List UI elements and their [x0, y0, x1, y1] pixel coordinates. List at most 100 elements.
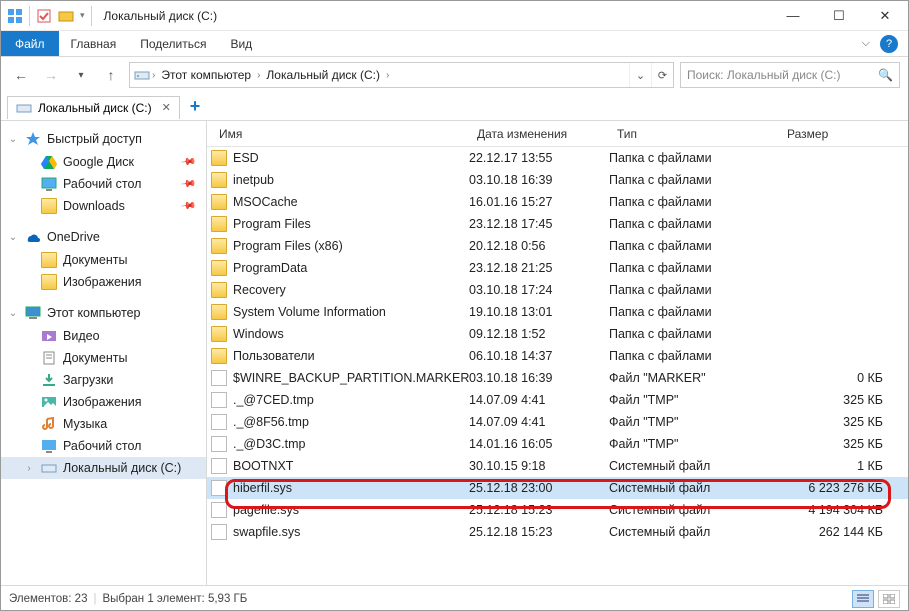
- sidebar-item-videos[interactable]: Видео: [1, 325, 206, 347]
- file-name: ._@7CED.tmp: [233, 393, 314, 407]
- search-input[interactable]: Поиск: Локальный диск (C:) 🔍: [680, 62, 900, 88]
- file-row[interactable]: ESD22.12.17 13:55Папка с файлами: [207, 147, 908, 169]
- breadcrumb-current[interactable]: Локальный диск (C:): [262, 68, 384, 82]
- file-row[interactable]: Windows09.12.18 1:52Папка с файлами: [207, 323, 908, 345]
- file-type: Папка с файлами: [609, 261, 779, 275]
- file-row[interactable]: hiberfil.sys25.12.18 23:00Системный файл…: [207, 477, 908, 499]
- tab-share[interactable]: Поделиться: [128, 31, 218, 56]
- qat-properties-icon[interactable]: [36, 8, 52, 24]
- file-icon: [211, 370, 227, 386]
- up-button[interactable]: ↑: [99, 63, 123, 87]
- maximize-button[interactable]: ☐: [816, 1, 862, 31]
- chevron-right-icon[interactable]: ›: [255, 70, 262, 81]
- address-dropdown[interactable]: ⌄: [629, 63, 651, 87]
- file-row[interactable]: MSOCache16.01.16 15:27Папка с файлами: [207, 191, 908, 213]
- status-item-count: Элементов: 23: [9, 593, 87, 605]
- help-button[interactable]: ?: [880, 35, 898, 53]
- chevron-right-icon[interactable]: ›: [384, 70, 391, 81]
- icons-view-button[interactable]: [878, 590, 900, 608]
- sidebar-item-desktop-pc[interactable]: Рабочий стол: [1, 435, 206, 457]
- sidebar-item-downloads-pc[interactable]: Загрузки: [1, 369, 206, 391]
- sidebar-item-google-drive[interactable]: Google Диск📌: [1, 151, 206, 173]
- ribbon-expand-icon[interactable]: ⌵: [862, 37, 870, 50]
- sidebar-item-images-od[interactable]: Изображения: [1, 271, 206, 293]
- document-tab[interactable]: Локальный диск (C:) ✕: [7, 96, 180, 119]
- file-row[interactable]: $WINRE_BACKUP_PARTITION.MARKER03.10.18 1…: [207, 367, 908, 389]
- sidebar-item-downloads[interactable]: Downloads📌: [1, 195, 206, 217]
- sidebar-item-documents[interactable]: Документы: [1, 347, 206, 369]
- address-bar[interactable]: › Этот компьютер › Локальный диск (C:) ›…: [129, 62, 674, 88]
- add-tab-button[interactable]: +: [180, 96, 201, 117]
- file-row[interactable]: inetpub03.10.18 16:39Папка с файлами: [207, 169, 908, 191]
- file-row[interactable]: System Volume Information19.10.18 13:01П…: [207, 301, 908, 323]
- onedrive-group[interactable]: ⌄ OneDrive: [1, 225, 206, 249]
- file-icon: [211, 392, 227, 408]
- file-row[interactable]: Program Files (x86)20.12.18 0:56Папка с …: [207, 235, 908, 257]
- close-tab-icon[interactable]: ✕: [158, 101, 171, 114]
- file-row[interactable]: ProgramData23.12.18 21:25Папка с файлами: [207, 257, 908, 279]
- file-icon: [211, 414, 227, 430]
- col-type[interactable]: Тип: [609, 127, 779, 141]
- titlebar: ▾ Локальный диск (C:) — ☐ ✕: [1, 1, 908, 31]
- close-button[interactable]: ✕: [862, 1, 908, 31]
- file-date: 19.10.18 13:01: [469, 305, 609, 319]
- folder-icon: [211, 194, 227, 210]
- minimize-button[interactable]: —: [770, 1, 816, 31]
- file-type: Папка с файлами: [609, 283, 779, 297]
- file-date: 25.12.18 15:23: [469, 525, 609, 539]
- col-name[interactable]: Имя⌃: [211, 127, 469, 141]
- file-list[interactable]: ESD22.12.17 13:55Папка с файлами inetpub 0…: [207, 147, 908, 585]
- col-size[interactable]: Размер: [779, 127, 899, 141]
- file-row[interactable]: Program Files23.12.18 17:45Папка с файла…: [207, 213, 908, 235]
- documents-icon: [41, 350, 57, 366]
- col-date[interactable]: Дата изменения: [469, 127, 609, 141]
- sidebar-item-documents-od[interactable]: Документы: [1, 249, 206, 271]
- tab-view[interactable]: Вид: [218, 31, 264, 56]
- back-button[interactable]: ←: [9, 63, 33, 87]
- file-date: 16.01.16 15:27: [469, 195, 609, 209]
- qat-dropdown-icon[interactable]: ▾: [80, 10, 85, 21]
- folder-icon: [211, 216, 227, 232]
- file-type: Папка с файлами: [609, 239, 779, 253]
- quick-access-group[interactable]: ⌄ Быстрый доступ: [1, 127, 206, 151]
- file-tab[interactable]: Файл: [1, 31, 59, 56]
- window-title: Локальный диск (C:): [98, 9, 218, 23]
- nav-bar: ← → ▾ ↑ › Этот компьютер › Локальный дис…: [1, 57, 908, 93]
- history-dropdown[interactable]: ▾: [69, 63, 93, 87]
- file-icon: [211, 458, 227, 474]
- file-row[interactable]: Recovery03.10.18 17:24Папка с файлами: [207, 279, 908, 301]
- caret-icon[interactable]: ⌄: [7, 134, 19, 145]
- folder-icon: [211, 282, 227, 298]
- onedrive-icon: [25, 229, 41, 245]
- this-pc-group[interactable]: ⌄ Этот компьютер: [1, 301, 206, 325]
- chevron-right-icon[interactable]: ›: [150, 70, 157, 81]
- file-date: 30.10.15 9:18: [469, 459, 609, 473]
- file-name: inetpub: [233, 173, 274, 187]
- file-size: 325 КБ: [779, 415, 899, 429]
- file-row[interactable]: swapfile.sys25.12.18 15:23Системный файл…: [207, 521, 908, 543]
- search-icon[interactable]: 🔍: [878, 68, 893, 82]
- forward-button[interactable]: →: [39, 63, 63, 87]
- sidebar-item-local-disk-c[interactable]: ›Локальный диск (C:): [1, 457, 206, 479]
- tab-home[interactable]: Главная: [59, 31, 129, 56]
- refresh-button[interactable]: ⟳: [651, 63, 673, 87]
- sidebar-item-pictures[interactable]: Изображения: [1, 391, 206, 413]
- file-row[interactable]: pagefile.sys25.12.18 15:23Системный файл…: [207, 499, 908, 521]
- folder-icon: [211, 304, 227, 320]
- file-date: 03.10.18 17:24: [469, 283, 609, 297]
- file-row[interactable]: Пользователи06.10.18 14:37Папка с файлам…: [207, 345, 908, 367]
- file-row[interactable]: ._@7CED.tmp14.07.09 4:41Файл "TMP"325 КБ: [207, 389, 908, 411]
- file-row[interactable]: ._@8F56.tmp14.07.09 4:41Файл "TMP"325 КБ: [207, 411, 908, 433]
- sidebar-item-music[interactable]: Музыка: [1, 413, 206, 435]
- qat-folder-icon[interactable]: [58, 8, 74, 24]
- file-row[interactable]: ._@D3C.tmp14.01.16 16:05Файл "TMP"325 КБ: [207, 433, 908, 455]
- details-view-button[interactable]: [852, 590, 874, 608]
- file-row[interactable]: BOOTNXT30.10.15 9:18Системный файл1 КБ: [207, 455, 908, 477]
- navigation-pane[interactable]: ⌄ Быстрый доступ Google Диск📌 Рабочий ст…: [1, 121, 207, 585]
- caret-icon[interactable]: ⌄: [7, 232, 19, 243]
- caret-icon[interactable]: ›: [23, 463, 35, 474]
- file-date: 03.10.18 16:39: [469, 173, 609, 187]
- sidebar-item-desktop[interactable]: Рабочий стол📌: [1, 173, 206, 195]
- breadcrumb-root[interactable]: Этот компьютер: [157, 68, 255, 82]
- caret-icon[interactable]: ⌄: [7, 308, 19, 319]
